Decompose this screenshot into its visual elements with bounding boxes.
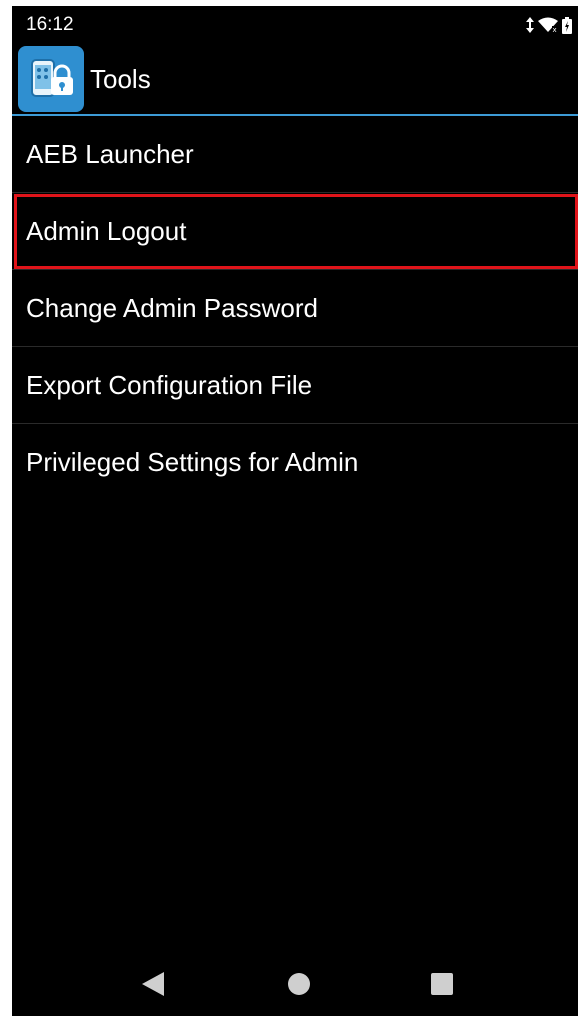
device-screen: 16:12 x Tools AEB Launcher Admin Logout … [12, 6, 578, 1016]
menu-item-admin-logout[interactable]: Admin Logout [12, 193, 578, 270]
home-icon[interactable] [287, 972, 311, 996]
status-bar: 16:12 x [12, 6, 578, 44]
recents-icon[interactable] [430, 972, 454, 996]
menu-item-privileged-settings[interactable]: Privileged Settings for Admin [12, 424, 578, 501]
status-icons: x [526, 16, 572, 34]
app-title: Tools [90, 63, 151, 94]
menu-item-aeb-launcher[interactable]: AEB Launcher [12, 116, 578, 193]
app-bar: Tools [12, 44, 578, 116]
menu-item-export-configuration-file[interactable]: Export Configuration File [12, 347, 578, 424]
phone-lock-icon[interactable] [18, 46, 84, 112]
battery-icon [562, 16, 572, 34]
navigation-bar [12, 952, 578, 1016]
wifi-icon: x [538, 17, 558, 33]
status-time: 16:12 [26, 14, 74, 35]
menu-item-change-admin-password[interactable]: Change Admin Password [12, 270, 578, 347]
tools-menu: AEB Launcher Admin Logout Change Admin P… [12, 116, 578, 501]
back-icon[interactable] [142, 972, 164, 996]
svg-text:x: x [553, 26, 557, 33]
data-arrows-icon [526, 17, 534, 33]
